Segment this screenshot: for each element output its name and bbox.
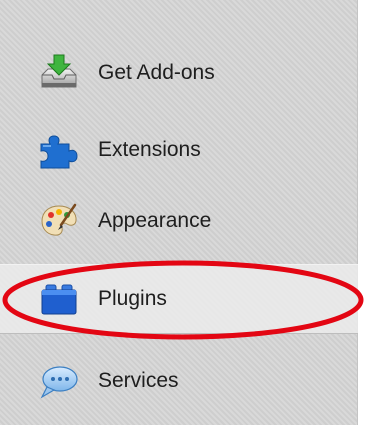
sidebar-item-get-add-ons[interactable]: Get Add-ons [0, 38, 358, 108]
speech-bubble-icon [39, 361, 79, 401]
sidebar-item-label: Services [98, 369, 179, 392]
sidebar-item-label: Get Add-ons [98, 61, 215, 84]
sidebar-item-appearance[interactable]: Appearance [0, 186, 358, 256]
paint-palette-icon [39, 201, 79, 241]
sidebar-item-services[interactable]: Services [0, 346, 358, 416]
lego-brick-icon [39, 280, 79, 320]
sidebar-item-extensions[interactable]: Extensions [0, 115, 358, 185]
sidebar-item-label: Plugins [98, 287, 167, 310]
puzzle-piece-icon [39, 130, 79, 170]
sidebar-item-label: Appearance [98, 209, 212, 232]
sidebar-item-plugins[interactable]: Plugins [0, 264, 358, 334]
addons-category-sidebar: Get Add-ons Extensions Appearance Plugin… [0, 0, 358, 425]
download-to-tray-icon [39, 53, 79, 93]
sidebar-item-label: Extensions [98, 138, 201, 161]
